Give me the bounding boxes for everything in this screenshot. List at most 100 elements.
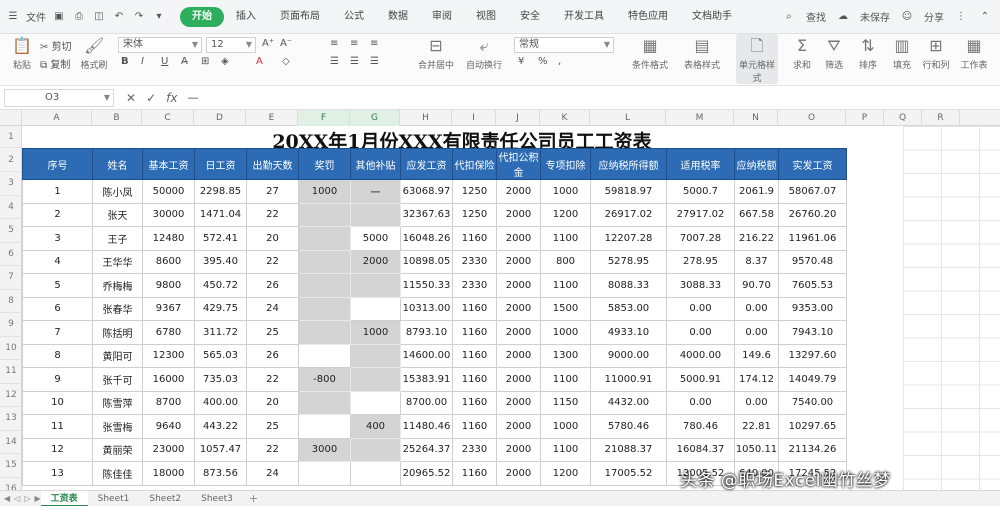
table-cell[interactable]: [350, 296, 401, 321]
menu-tab[interactable]: 页面布局: [268, 7, 332, 27]
table-cell[interactable]: 16048.26: [400, 226, 453, 251]
currency-button[interactable]: ¥: [518, 56, 524, 67]
table-cell[interactable]: 11: [22, 414, 93, 439]
confirm-icon[interactable]: ✓: [146, 91, 156, 105]
table-cell[interactable]: [350, 437, 401, 462]
table-cell[interactable]: 6: [22, 296, 93, 321]
table-style-button[interactable]: ▤ 表格样式: [684, 36, 720, 71]
table-cell[interactable]: 7605.53: [778, 273, 847, 298]
row-header[interactable]: 4: [0, 196, 22, 219]
table-cell[interactable]: 21088.37: [590, 437, 667, 462]
column-header[interactable]: P: [846, 110, 884, 126]
table-cell[interactable]: 1160: [452, 343, 497, 368]
table-cell[interactable]: 1160: [452, 461, 497, 486]
table-cell[interactable]: 873.56: [194, 461, 247, 486]
column-header[interactable]: C: [142, 110, 194, 126]
column-header[interactable]: D: [194, 110, 246, 126]
row-header[interactable]: 8: [0, 290, 22, 313]
table-cell[interactable]: 174.12: [734, 367, 779, 392]
table-cell[interactable]: 32367.63: [400, 202, 453, 227]
column-title[interactable]: 序号: [22, 148, 93, 180]
table-cell[interactable]: 7007.28: [666, 226, 735, 251]
sort-button[interactable]: ⇅ 排序: [850, 36, 886, 71]
table-cell[interactable]: 9640: [142, 414, 195, 439]
cut-button[interactable]: ✂ 剪切: [40, 38, 72, 53]
table-cell[interactable]: 12300: [142, 343, 195, 368]
print-icon[interactable]: ⎙: [72, 10, 86, 24]
thousands-button[interactable]: ,: [558, 56, 561, 67]
column-title[interactable]: 代扣公积金: [496, 148, 541, 180]
table-cell[interactable]: 2000: [496, 437, 541, 462]
table-cell[interactable]: 9570.48: [778, 249, 847, 274]
align-top-button[interactable]: ≡: [330, 38, 338, 49]
row-header[interactable]: 7: [0, 266, 22, 290]
row-header[interactable]: 13: [0, 407, 22, 431]
table-cell[interactable]: 7: [22, 320, 93, 345]
copy-button[interactable]: ⧉ 复制: [40, 56, 70, 71]
table-cell[interactable]: 20965.52: [400, 461, 453, 486]
table-cell[interactable]: 2330: [452, 249, 497, 274]
table-cell[interactable]: [350, 367, 401, 392]
cell-style-button[interactable]: 🗋 单元格样式: [739, 36, 775, 84]
table-cell[interactable]: 1250: [452, 179, 497, 204]
column-header[interactable]: R: [922, 110, 960, 126]
table-cell[interactable]: 450.72: [194, 273, 247, 298]
table-cell[interactable]: 1000: [298, 179, 351, 204]
border-button[interactable]: ⊞: [201, 56, 209, 67]
table-cell[interactable]: 0.00: [734, 296, 779, 321]
column-header[interactable]: F: [298, 110, 350, 126]
menu-tab[interactable]: 开发工具: [552, 7, 616, 27]
menu-tab[interactable]: 插入: [224, 7, 268, 27]
table-cell[interactable]: 10898.05: [400, 249, 453, 274]
table-cell[interactable]: 12480: [142, 226, 195, 251]
align-bottom-button[interactable]: ≡: [370, 38, 378, 49]
align-middle-button[interactable]: ≡: [350, 38, 358, 49]
table-cell[interactable]: 572.41: [194, 226, 247, 251]
table-cell[interactable]: 1160: [452, 320, 497, 345]
table-cell[interactable]: 400.00: [194, 390, 247, 415]
collab-icon[interactable]: ☺: [900, 10, 914, 24]
table-cell[interactable]: 9367: [142, 296, 195, 321]
table-cell[interactable]: 735.03: [194, 367, 247, 392]
sum-button[interactable]: Σ 求和: [784, 36, 820, 71]
table-cell[interactable]: 2000: [496, 296, 541, 321]
row-header[interactable]: 16: [0, 478, 22, 491]
percent-button[interactable]: %: [538, 56, 548, 67]
column-title[interactable]: 代扣保险: [452, 148, 497, 180]
add-sheet-icon[interactable]: +: [243, 492, 264, 505]
table-cell[interactable]: 10297.65: [778, 414, 847, 439]
table-cell[interactable]: 2000: [350, 249, 401, 274]
table-cell[interactable]: 16084.37: [666, 437, 735, 462]
table-cell[interactable]: 9800: [142, 273, 195, 298]
table-cell[interactable]: 1160: [452, 226, 497, 251]
table-cell[interactable]: 2000: [496, 390, 541, 415]
table-cell[interactable]: 1200: [540, 461, 591, 486]
table-cell[interactable]: 27: [246, 179, 299, 204]
table-cell[interactable]: 7540.00: [778, 390, 847, 415]
table-cell[interactable]: 9353.00: [778, 296, 847, 321]
bold-button[interactable]: B: [121, 56, 129, 67]
menu-tab[interactable]: 文档助手: [680, 7, 744, 27]
table-cell[interactable]: 2330: [452, 437, 497, 462]
prev-sheet-icon[interactable]: ◁: [14, 494, 20, 503]
table-cell[interactable]: 17005.52: [590, 461, 667, 486]
increase-font-button[interactable]: A⁺: [262, 38, 274, 49]
table-cell[interactable]: 2000: [496, 249, 541, 274]
table-cell[interactable]: 陈雪萍: [92, 390, 143, 415]
table-cell[interactable]: 26917.02: [590, 202, 667, 227]
underline-button[interactable]: U: [161, 56, 168, 67]
column-title[interactable]: 出勤天数: [246, 148, 299, 180]
table-cell[interactable]: 0.00: [666, 320, 735, 345]
column-title[interactable]: 奖罚: [298, 148, 351, 180]
table-cell[interactable]: 25264.37: [400, 437, 453, 462]
table-cell[interactable]: 278.95: [666, 249, 735, 274]
table-cell[interactable]: 张春华: [92, 296, 143, 321]
table-cell[interactable]: 1057.47: [194, 437, 247, 462]
align-left-button[interactable]: ☰: [330, 56, 339, 67]
column-header[interactable]: M: [666, 110, 734, 126]
column-title[interactable]: 专项扣除: [540, 148, 591, 180]
table-cell[interactable]: 1100: [540, 437, 591, 462]
table-cell[interactable]: [298, 273, 351, 298]
table-cell[interactable]: [350, 390, 401, 415]
table-cell[interactable]: 0.00: [666, 390, 735, 415]
